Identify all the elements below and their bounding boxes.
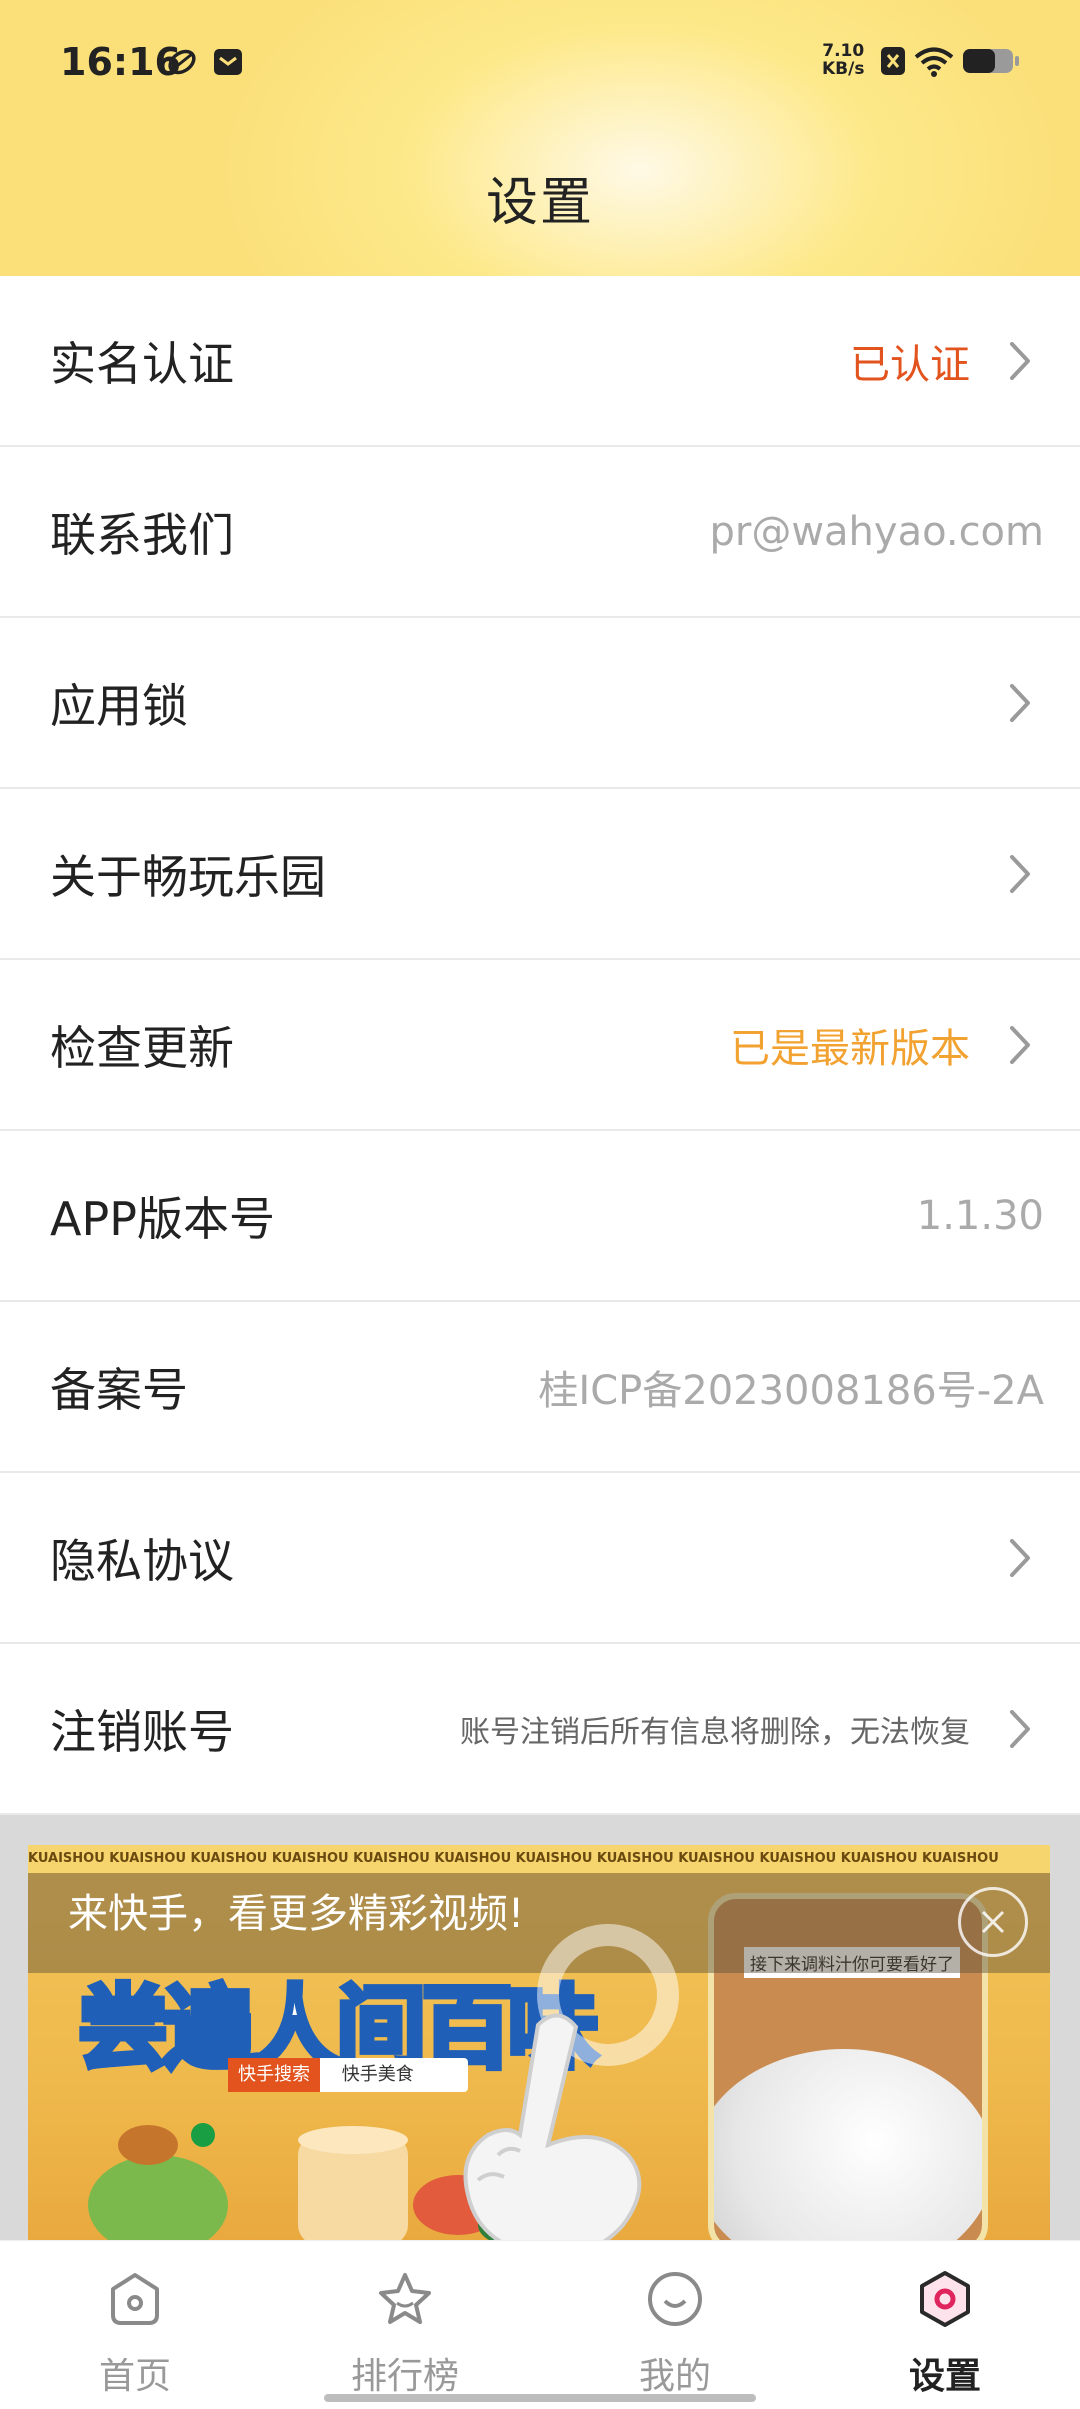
speed-unit: KB/s <box>822 59 865 79</box>
settings-row-real-name[interactable]: 实名认证 已认证 <box>0 276 1080 447</box>
settings-row-label: APP版本号 <box>50 1191 275 1246</box>
close-icon <box>981 1910 1005 1934</box>
nav-settings-label: 设置 <box>908 2356 981 2397</box>
settings-row-delete-account[interactable]: 注销账号 账号注销后所有信息将删除，无法恢复 <box>0 1644 1080 1815</box>
settings-row-value: 1.1.30 <box>916 1192 1044 1239</box>
star-icon <box>379 2273 431 2324</box>
settings-row-label: 检查更新 <box>50 1020 234 1075</box>
chevron-right-icon <box>1010 1539 1030 1577</box>
network-speed: 7.10 KB/s <box>822 42 864 78</box>
settings-row-app-lock[interactable]: 应用锁 <box>0 618 1080 789</box>
settings-row-value: 已认证 <box>850 341 970 388</box>
tap-hand-icon <box>463 2013 642 2240</box>
ad-caption: 来快手，看更多精彩视频! <box>68 1891 525 1937</box>
ad-close-button[interactable] <box>958 1887 1028 1957</box>
chevron-right-icon <box>1010 684 1030 722</box>
settings-hexagon-icon <box>920 2271 970 2327</box>
settings-row-value: 已是最新版本 <box>730 1025 970 1072</box>
settings-row-app-version[interactable]: APP版本号 1.1.30 <box>0 1131 1080 1302</box>
settings-row-label: 联系我们 <box>50 507 234 562</box>
no-sim-icon <box>881 47 905 75</box>
nav-mine-label: 我的 <box>638 2356 711 2397</box>
nav-home[interactable]: 首页 <box>0 2241 270 2409</box>
ad-banner[interactable]: KUAISHOU KUAISHOU KUAISHOU KUAISHOU KUAI… <box>0 1815 1080 2240</box>
settings-row-value: pr@wahyao.com <box>709 508 1044 555</box>
bottom-nav: 首页 排行榜 我的 设置 <box>0 2240 1080 2409</box>
page-title: 设置 <box>485 173 594 233</box>
nav-ranking[interactable]: 排行榜 <box>270 2241 540 2409</box>
status-time: 16:16 <box>60 40 181 84</box>
settings-row-label: 应用锁 <box>50 678 188 733</box>
settings-row-value: 桂ICP备2023008186号-2A <box>538 1367 1044 1414</box>
chevron-right-icon <box>1010 855 1030 893</box>
nav-mine[interactable]: 我的 <box>540 2241 810 2409</box>
home-icon <box>111 2273 159 2325</box>
ad-ticker: KUAISHOU KUAISHOU KUAISHOU KUAISHOU KUAI… <box>28 1845 1050 1873</box>
settings-row-icp[interactable]: 备案号 桂ICP备2023008186号-2A <box>0 1302 1080 1473</box>
smiley-icon <box>648 2272 702 2326</box>
ad-creative[interactable]: KUAISHOU KUAISHOU KUAISHOU KUAISHOU KUAI… <box>28 1845 1050 2240</box>
settings-row-value: 账号注销后所有信息将删除，无法恢复 <box>460 1714 970 1750</box>
settings-row-label: 关于畅玩乐园 <box>50 849 326 904</box>
settings-row-contact[interactable]: 联系我们 pr@wahyao.com <box>0 447 1080 618</box>
settings-row-label: 注销账号 <box>50 1704 234 1759</box>
ad-search-text: 快手美食 <box>341 2064 414 2085</box>
settings-row-about[interactable]: 关于畅玩乐园 <box>0 789 1080 960</box>
settings-row-check-update[interactable]: 检查更新 已是最新版本 <box>0 960 1080 1131</box>
speed-value: 7.10 <box>822 41 865 61</box>
settings-row-privacy[interactable]: 隐私协议 <box>0 1473 1080 1644</box>
settings-row-label: 隐私协议 <box>50 1533 234 1588</box>
chevron-right-icon <box>1010 1710 1030 1748</box>
ad-bowl-image <box>714 2049 982 2240</box>
nav-ranking-label: 排行榜 <box>350 2356 459 2397</box>
header: 16:16 7.10 KB/s 设置 <box>0 0 1080 276</box>
mail-app-icon <box>214 49 242 75</box>
home-indicator[interactable] <box>324 2394 756 2402</box>
wifi-icon <box>914 47 954 77</box>
leaf-app-icon <box>168 49 196 75</box>
settings-list: 实名认证 已认证联系我们 pr@wahyao.com 应用锁关于畅玩乐园 检查更新 已是最… <box>0 276 1080 1815</box>
nav-settings[interactable]: 设置 <box>810 2241 1080 2409</box>
settings-row-label: 备案号 <box>50 1362 188 1417</box>
chevron-right-icon <box>1010 342 1030 380</box>
settings-row-label: 实名认证 <box>50 336 234 391</box>
chevron-right-icon <box>1010 1026 1030 1064</box>
battery-icon <box>963 49 1019 73</box>
nav-home-label: 首页 <box>98 2356 171 2397</box>
status-bar: 16:16 7.10 KB/s <box>0 36 1080 96</box>
